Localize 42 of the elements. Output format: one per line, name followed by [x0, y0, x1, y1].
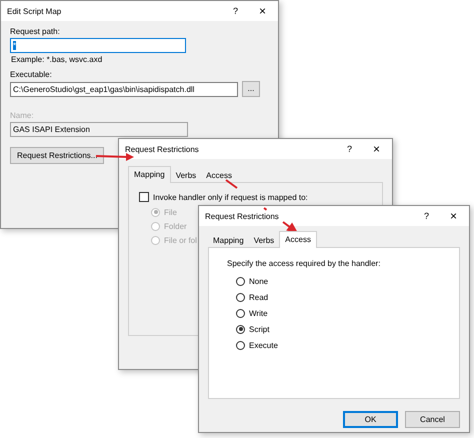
arrow — [96, 153, 134, 161]
field-label: Name: — [10, 111, 34, 120]
tab[interactable]: Access — [279, 231, 317, 248]
close-button[interactable]: × — [363, 142, 390, 156]
option-label: File or fol — [164, 236, 197, 244]
button[interactable]: OK — [343, 411, 398, 428]
option-label: Folder — [164, 222, 187, 230]
option-label: Script — [249, 324, 270, 334]
tab[interactable]: Mapping — [208, 233, 249, 248]
button[interactable]: Cancel — [405, 411, 460, 428]
browse-button[interactable]: ... — [242, 81, 260, 97]
tab[interactable]: Access — [201, 168, 237, 183]
help-button[interactable]: ? — [336, 144, 363, 154]
button[interactable]: Request Restrictions... — [10, 147, 104, 164]
radio-button[interactable] — [236, 340, 245, 350]
prompt-text: Specify the access required by the handler: — [227, 259, 382, 268]
example-text: Example: *.bas, wsvc.axd — [11, 55, 104, 64]
option-label: Execute — [249, 340, 278, 350]
input-field[interactable]: C:\GeneroStudio\gst_eap1\gas\bin\isapidispatch.dll — [10, 82, 238, 96]
close-button[interactable]: × — [440, 209, 467, 223]
option-label: Write — [249, 308, 268, 318]
close-button[interactable]: × — [249, 4, 276, 18]
radio-button[interactable] — [236, 308, 245, 318]
window-title: Edit Script Map — [7, 6, 62, 16]
radio-button[interactable] — [236, 324, 245, 334]
field-label: Request path: — [10, 27, 60, 36]
tab[interactable]: Mapping — [128, 166, 171, 183]
window-title: Request Restrictions — [125, 144, 199, 154]
radio-button[interactable] — [236, 276, 245, 286]
tab[interactable]: Verbs — [248, 233, 280, 248]
checkbox[interactable] — [139, 192, 149, 202]
field-label: Executable: — [10, 70, 52, 79]
input-field[interactable]: * — [10, 38, 186, 53]
window-title: Request Restrictions — [205, 212, 279, 220]
help-button[interactable]: ? — [413, 211, 440, 221]
tab[interactable]: Verbs — [170, 168, 202, 183]
option-label: File — [164, 208, 177, 216]
radio-button[interactable] — [236, 292, 245, 302]
option-label: None — [249, 276, 268, 286]
help-button[interactable]: ? — [222, 6, 249, 16]
option-label: Invoke handler only if request is mapped to: — [153, 192, 308, 202]
option-label: Read — [249, 292, 268, 302]
